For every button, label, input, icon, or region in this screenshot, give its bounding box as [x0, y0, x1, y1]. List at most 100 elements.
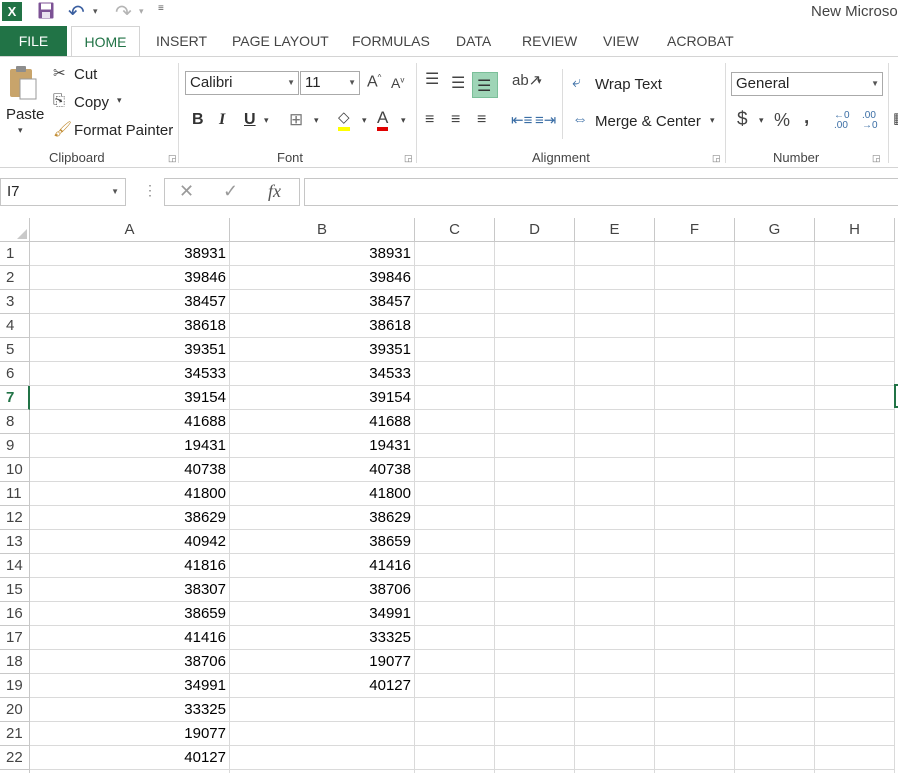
cell-f[interactable]	[655, 290, 735, 314]
cell-d[interactable]	[495, 482, 575, 506]
cell-g[interactable]	[735, 290, 815, 314]
cell-h[interactable]	[815, 290, 895, 314]
row-header[interactable]: 9	[0, 434, 30, 458]
cell-g[interactable]	[735, 338, 815, 362]
cell-e[interactable]	[575, 458, 655, 482]
cell-b[interactable]: 34991	[230, 602, 415, 626]
cell-g[interactable]	[735, 746, 815, 770]
cell-b[interactable]: 19077	[230, 650, 415, 674]
formula-bar-grip-icon[interactable]: ⋮	[143, 182, 157, 199]
cell-e[interactable]	[575, 290, 655, 314]
cell-a[interactable]: 38706	[30, 650, 230, 674]
format-painter-button[interactable]: Format Painter	[74, 122, 173, 139]
cell-b[interactable]: 19431	[230, 434, 415, 458]
cell-a[interactable]: 34533	[30, 362, 230, 386]
merge-dropdown-icon[interactable]: ▾	[710, 115, 715, 126]
cell-a[interactable]: 38618	[30, 314, 230, 338]
align-top-icon[interactable]: ☰	[425, 69, 439, 89]
row-header[interactable]: 20	[0, 698, 30, 722]
align-right-icon[interactable]: ≡	[477, 111, 486, 129]
cell-e[interactable]	[575, 386, 655, 410]
customize-qat-icon[interactable]: ≡	[158, 3, 164, 14]
cell-b[interactable]: 38457	[230, 290, 415, 314]
column-header-c[interactable]: C	[415, 218, 495, 242]
increase-font-icon[interactable]: A^	[367, 73, 381, 91]
cell-h[interactable]	[815, 362, 895, 386]
cell-e[interactable]	[575, 698, 655, 722]
cell-d[interactable]	[495, 506, 575, 530]
row-header[interactable]: 13	[0, 530, 30, 554]
border-dropdown-icon[interactable]: ▾	[314, 115, 319, 126]
row-header[interactable]: 16	[0, 602, 30, 626]
cell-d[interactable]	[495, 242, 575, 266]
cell-h[interactable]	[815, 338, 895, 362]
number-launcher-icon[interactable]: ◲	[872, 153, 881, 164]
cell-b[interactable]: 38931	[230, 242, 415, 266]
cell-c[interactable]	[415, 530, 495, 554]
italic-button[interactable]: I	[219, 111, 225, 129]
cell-c[interactable]	[415, 506, 495, 530]
cell-e[interactable]	[575, 506, 655, 530]
cell-b[interactable]: 38659	[230, 530, 415, 554]
align-left-icon[interactable]: ≡	[425, 111, 434, 129]
tab-formulas[interactable]: FORMULAS	[352, 26, 430, 56]
cell-a[interactable]: 39351	[30, 338, 230, 362]
redo-icon[interactable]: ↷	[115, 0, 132, 25]
cell-e[interactable]	[575, 482, 655, 506]
cell-d[interactable]	[495, 458, 575, 482]
cell-b[interactable]: 39846	[230, 266, 415, 290]
cell-a[interactable]: 41816	[30, 554, 230, 578]
cell-a[interactable]: 38659	[30, 602, 230, 626]
cell-c[interactable]	[415, 626, 495, 650]
tab-home[interactable]: HOME	[71, 26, 140, 56]
cell-a[interactable]: 38457	[30, 290, 230, 314]
cell-h[interactable]	[815, 458, 895, 482]
align-center-icon[interactable]: ≡	[451, 111, 460, 129]
cell-b[interactable]	[230, 722, 415, 746]
insert-function-icon[interactable]: fx	[268, 181, 281, 202]
row-header[interactable]: 21	[0, 722, 30, 746]
cell-d[interactable]	[495, 722, 575, 746]
cell-g[interactable]	[735, 554, 815, 578]
cell-e[interactable]	[575, 314, 655, 338]
cell-f[interactable]	[655, 314, 735, 338]
column-header-d[interactable]: D	[495, 218, 575, 242]
cell-d[interactable]	[495, 554, 575, 578]
cell-b[interactable]: 40738	[230, 458, 415, 482]
cell-c[interactable]	[415, 578, 495, 602]
cell-h[interactable]	[815, 482, 895, 506]
border-icon[interactable]: ⊞	[289, 110, 303, 130]
cell-g[interactable]	[735, 530, 815, 554]
cell-g[interactable]	[735, 482, 815, 506]
cell-h[interactable]	[815, 410, 895, 434]
cell-e[interactable]	[575, 746, 655, 770]
cell-g[interactable]	[735, 434, 815, 458]
row-header[interactable]: 6	[0, 362, 30, 386]
paste-icon[interactable]	[8, 65, 38, 101]
cell-c[interactable]	[415, 746, 495, 770]
copy-button[interactable]: Copy	[74, 94, 109, 111]
cell-g[interactable]	[735, 698, 815, 722]
cell-g[interactable]	[735, 650, 815, 674]
cell-a[interactable]: 38307	[30, 578, 230, 602]
conditional-formatting-icon[interactable]: ▦	[893, 109, 898, 127]
cell-g[interactable]	[735, 722, 815, 746]
redo-dropdown-icon[interactable]: ▾	[139, 6, 144, 17]
cell-c[interactable]	[415, 650, 495, 674]
cell-c[interactable]	[415, 602, 495, 626]
cell-b[interactable]	[230, 746, 415, 770]
align-middle-icon[interactable]: ☰	[451, 73, 465, 93]
paste-dropdown-icon[interactable]: ▾	[18, 125, 23, 136]
cancel-icon[interactable]: ✕	[179, 181, 194, 202]
cell-g[interactable]	[735, 386, 815, 410]
cell-f[interactable]	[655, 578, 735, 602]
decrease-decimal-icon[interactable]: .00 →0	[862, 111, 878, 131]
column-header-a[interactable]: A	[30, 218, 230, 242]
cell-g[interactable]	[735, 242, 815, 266]
cut-button[interactable]: Cut	[74, 66, 97, 83]
cell-f[interactable]	[655, 266, 735, 290]
cell-h[interactable]	[815, 386, 895, 410]
cell-a[interactable]: 41688	[30, 410, 230, 434]
cell-h[interactable]	[815, 746, 895, 770]
cell-e[interactable]	[575, 722, 655, 746]
